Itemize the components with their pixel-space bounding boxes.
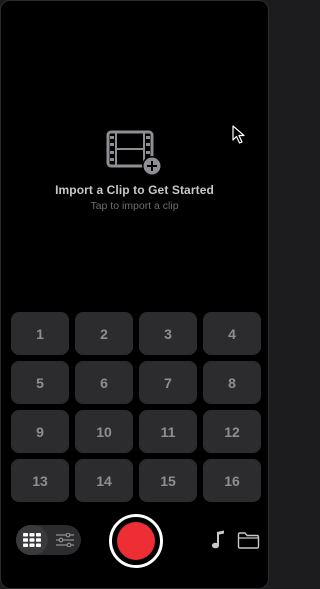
pad-6[interactable]: 6	[75, 361, 133, 404]
pad-grid: 1 2 3 4 5 6 7 8 9 10 11 12 13 14 15 16	[11, 312, 261, 502]
empty-state-subtitle: Tap to import a clip	[90, 200, 179, 212]
import-clip-empty-state[interactable]: Import a Clip to Get Started Tap to impo…	[1, 129, 268, 212]
app-window: Import a Clip to Get Started Tap to impo…	[0, 0, 269, 589]
pad-1[interactable]: 1	[11, 312, 69, 355]
bottom-toolbar	[1, 511, 268, 571]
pad-11[interactable]: 11	[139, 410, 197, 453]
pad-2[interactable]: 2	[75, 312, 133, 355]
grid-icon	[23, 533, 41, 547]
record-icon	[117, 522, 155, 560]
sliders-icon	[56, 533, 74, 547]
film-add-icon	[106, 130, 162, 176]
pad-10[interactable]: 10	[75, 410, 133, 453]
pad-14[interactable]: 14	[75, 459, 133, 502]
view-mode-toggle	[16, 525, 81, 555]
grid-view-button[interactable]	[16, 525, 48, 555]
pad-3[interactable]: 3	[139, 312, 197, 355]
pad-7[interactable]: 7	[139, 361, 197, 404]
folder-icon[interactable]	[237, 532, 260, 549]
mouse-cursor-icon	[232, 125, 245, 144]
pad-4[interactable]: 4	[203, 312, 261, 355]
mixer-view-button[interactable]	[49, 525, 81, 555]
pad-9[interactable]: 9	[11, 410, 69, 453]
empty-state-title: Import a Clip to Get Started	[55, 183, 214, 197]
pad-16[interactable]: 16	[203, 459, 261, 502]
pad-13[interactable]: 13	[11, 459, 69, 502]
music-note-icon[interactable]	[211, 530, 227, 550]
pad-15[interactable]: 15	[139, 459, 197, 502]
pad-5[interactable]: 5	[11, 361, 69, 404]
record-button[interactable]	[109, 514, 163, 568]
pad-12[interactable]: 12	[203, 410, 261, 453]
pad-8[interactable]: 8	[203, 361, 261, 404]
